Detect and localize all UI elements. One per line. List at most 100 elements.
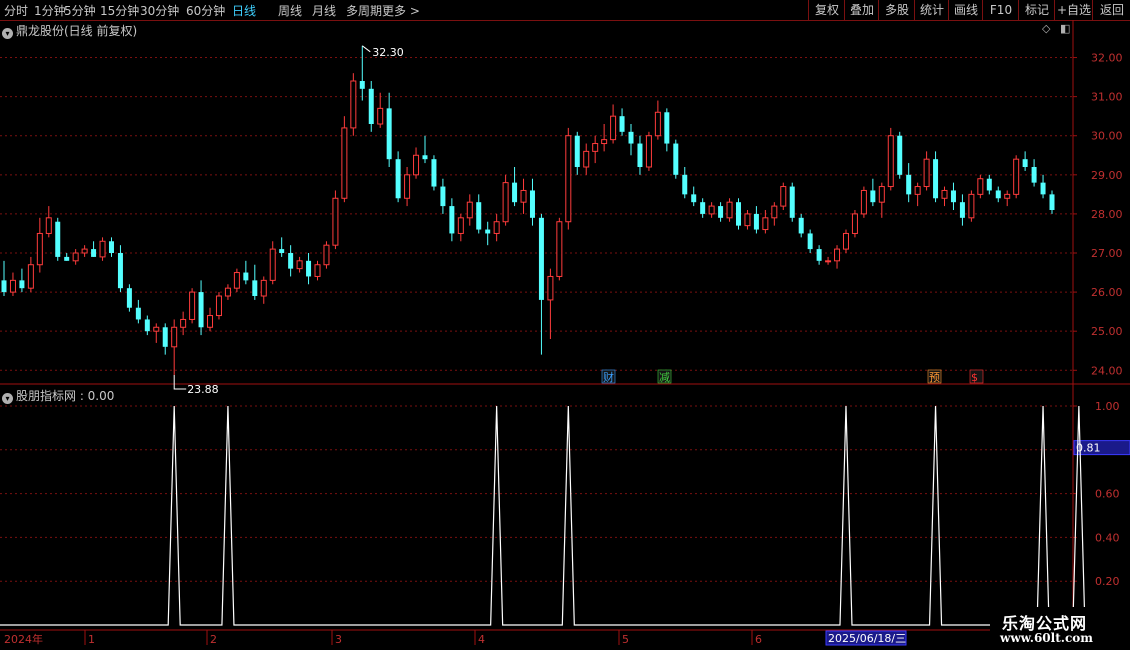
candle-body-up <box>1004 193 1011 199</box>
candle-body-up <box>977 178 984 195</box>
candle-body-down <box>682 174 688 195</box>
candle-body-up <box>99 240 106 258</box>
event-tag[interactable]: 预 <box>929 371 940 384</box>
candle-body-up <box>887 135 894 188</box>
candle-body-down <box>279 249 285 253</box>
candle-body-up <box>726 201 733 219</box>
price-tick-label: 29.00 <box>1091 169 1123 182</box>
candle-body-up <box>323 244 330 266</box>
price-tick-label: 27.00 <box>1091 247 1123 260</box>
candle-body-down <box>664 112 670 144</box>
timeline-label: 4 <box>478 633 485 646</box>
candle-body-up <box>771 205 778 219</box>
candle-body-down <box>735 202 741 226</box>
candle-body-up <box>153 326 160 332</box>
price-tick-label: 32.00 <box>1091 52 1123 65</box>
candle-body-up <box>413 154 420 176</box>
candle-body-up <box>466 201 473 219</box>
candle-body-up <box>645 135 652 168</box>
event-tag[interactable]: 减 <box>659 371 670 384</box>
candle-body-down <box>64 256 70 261</box>
candle-body-up <box>36 232 43 266</box>
kline-chart[interactable]: 32.0031.0030.0029.0028.0027.0026.0025.00… <box>0 0 1130 650</box>
candle-body-down <box>1022 159 1028 167</box>
candle-body-down <box>440 186 446 207</box>
candle-body-up <box>171 326 178 348</box>
candle-body-down <box>306 260 312 277</box>
high-label: 32.30 <box>372 46 404 59</box>
candle-body-down <box>897 135 903 175</box>
candle-body-down <box>538 217 544 300</box>
candle-body-down <box>135 307 141 320</box>
price-tick-label: 28.00 <box>1091 208 1123 221</box>
candle-body-up <box>592 143 599 152</box>
indicator-tick-label: 0.60 <box>1095 488 1120 501</box>
candle-body-down <box>431 159 437 187</box>
candle-body-down <box>574 135 580 167</box>
watermark: 乐淘公式网 www.60lt.com <box>990 607 1130 650</box>
candle-body-up <box>923 158 930 188</box>
candle-body-up <box>708 205 715 215</box>
candle-body-down <box>995 190 1001 199</box>
candle-body-up <box>834 248 841 262</box>
candle-body-down <box>395 159 401 199</box>
candle-body-down <box>1049 194 1055 210</box>
high-pointer <box>361 45 371 53</box>
candle-body-down <box>637 143 643 167</box>
candle-body-down <box>198 292 204 328</box>
timeline-label: 2 <box>210 633 217 646</box>
candle-body-up <box>762 217 769 231</box>
candle-body-up <box>860 189 867 215</box>
candle-body-up <box>601 139 608 145</box>
candle-body-down <box>512 182 518 203</box>
candle-body-up <box>350 80 357 129</box>
candle-body-up <box>493 221 500 234</box>
candle-body-down <box>422 155 428 160</box>
price-tick-label: 24.00 <box>1091 364 1123 377</box>
watermark-url: www.60lt.com <box>1000 631 1093 645</box>
candle-body-down <box>691 194 697 203</box>
candle-body-up <box>404 174 411 199</box>
candle-body-down <box>870 190 876 203</box>
candle-body-up <box>1013 158 1020 195</box>
price-tick-label: 31.00 <box>1091 91 1123 104</box>
candle-body-up <box>207 315 214 328</box>
candle-body-up <box>296 260 303 270</box>
candle-body-down <box>628 131 634 144</box>
candle-body-down <box>950 190 956 203</box>
candle-body-up <box>189 291 196 320</box>
indicator-tick-label: 0.20 <box>1095 575 1120 588</box>
candle-body-down <box>55 221 61 257</box>
candle-body-down <box>162 327 168 347</box>
indicator-line <box>0 405 1086 626</box>
candle-body-down <box>288 253 294 269</box>
event-tag[interactable]: $ <box>971 371 978 384</box>
candle-body-down <box>449 206 455 234</box>
candle-body-up <box>878 186 885 203</box>
candle-body-up <box>583 150 590 168</box>
candle-body-down <box>1031 167 1037 183</box>
candle-body-down <box>673 143 679 175</box>
event-tag[interactable]: 财 <box>603 370 614 384</box>
timeline-label: 1 <box>88 633 95 646</box>
candle-body-up <box>72 252 79 262</box>
candle-body-down <box>798 217 804 234</box>
candle-body-up <box>914 186 921 195</box>
candle-body-up <box>610 115 617 141</box>
candle-body-up <box>27 264 34 289</box>
candle-body-down <box>619 116 625 132</box>
candle-body-up <box>45 217 52 234</box>
candle-body-down <box>243 272 249 281</box>
timeline-label: 3 <box>335 633 342 646</box>
candle-body-up <box>744 213 751 227</box>
candle-body-down <box>252 280 258 296</box>
candle-body-down <box>789 186 795 218</box>
candle-body-up <box>851 213 858 234</box>
candle-body-down <box>117 253 123 289</box>
candle-body-down <box>368 88 374 124</box>
timeline-label: 6 <box>755 633 762 646</box>
candle-body-up <box>260 279 267 297</box>
candle-body-up <box>224 287 231 297</box>
candle-body-up <box>502 182 509 223</box>
low-label: 23.88 <box>187 383 219 396</box>
